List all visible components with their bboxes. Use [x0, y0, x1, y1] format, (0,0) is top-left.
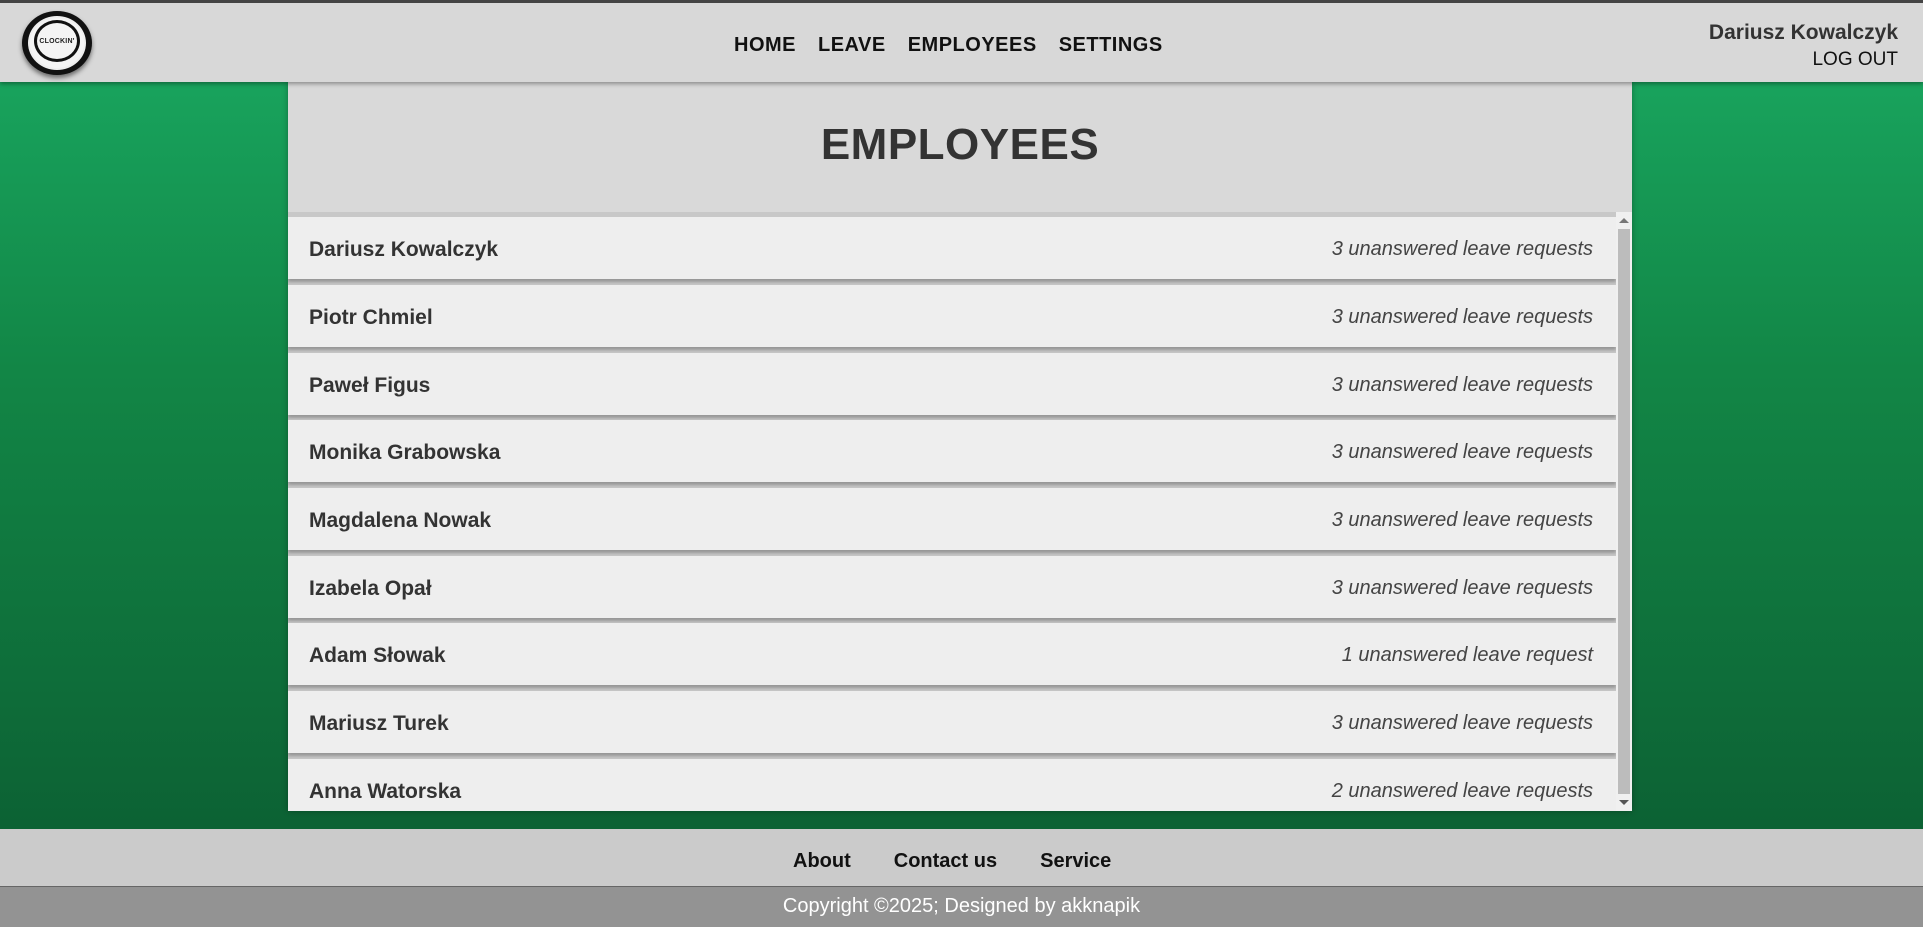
employee-row[interactable]: Izabela Opał 3 unanswered leave requests — [288, 556, 1616, 618]
logout-link[interactable]: LOG OUT — [1709, 49, 1898, 71]
user-panel: Dariusz Kowalczyk LOG OUT — [1709, 21, 1898, 71]
leave-requests-count: 3 unanswered leave requests — [1331, 374, 1593, 396]
employee-name: Magdalena Nowak — [309, 509, 492, 532]
nav-leave[interactable]: LEAVE — [818, 34, 886, 57]
employee-name: Izabela Opał — [309, 577, 432, 600]
clockin-logo[interactable]: CLOCKIN' — [22, 11, 92, 75]
employee-name: Piotr Chmiel — [309, 306, 433, 329]
leave-requests-count: 3 unanswered leave requests — [1331, 577, 1593, 599]
footer-link-about[interactable]: About — [793, 850, 851, 873]
employee-name: Mariusz Turek — [309, 712, 449, 735]
footer-link-service[interactable]: Service — [1040, 850, 1111, 873]
copyright-text: Copyright ©2025; Designed by akknapik — [782, 895, 1141, 917]
employee-row[interactable]: Piotr Chmiel 3 unanswered leave requests — [288, 285, 1616, 347]
scroll-up-arrow-icon[interactable] — [1619, 218, 1629, 223]
footer-links: About Contact us Service — [793, 850, 1111, 873]
list-scrollbar[interactable] — [1616, 212, 1632, 811]
scrollbar-thumb[interactable] — [1618, 229, 1630, 794]
employee-row[interactable]: Paweł Figus 3 unanswered leave requests — [288, 353, 1616, 415]
employee-name: Adam Słowak — [309, 644, 446, 667]
nav-settings[interactable]: SETTINGS — [1059, 34, 1163, 57]
employee-name: Dariusz Kowalczyk — [309, 238, 499, 261]
employee-row[interactable]: Anna Watorska 2 unanswered leave request… — [288, 759, 1616, 811]
scroll-down-arrow-icon[interactable] — [1619, 800, 1629, 805]
footer-link-contact[interactable]: Contact us — [894, 850, 997, 873]
leave-requests-count: 3 unanswered leave requests — [1331, 712, 1593, 734]
nav-home[interactable]: HOME — [734, 34, 796, 57]
employee-list[interactable]: Dariusz Kowalczyk 3 unanswered leave req… — [288, 212, 1616, 811]
user-name: Dariusz Kowalczyk — [1708, 21, 1898, 44]
leave-requests-count: 3 unanswered leave requests — [1331, 441, 1593, 463]
leave-requests-count: 2 unanswered leave requests — [1331, 780, 1593, 802]
top-navigation-bar: CLOCKIN' HOME LEAVE EMPLOYEES SETTINGS D… — [0, 0, 1923, 82]
employee-name: Paweł Figus — [309, 374, 431, 397]
employee-row[interactable]: Monika Grabowska 3 unanswered leave requ… — [288, 420, 1616, 482]
leave-requests-count: 1 unanswered leave request — [1341, 644, 1593, 666]
leave-requests-count: 3 unanswered leave requests — [1331, 509, 1593, 531]
copyright-bar: Copyright ©2025; Designed by akknapik — [0, 887, 1923, 927]
employee-row[interactable]: Magdalena Nowak 3 unanswered leave reque… — [288, 488, 1616, 550]
employee-name: Monika Grabowska — [309, 441, 501, 464]
employee-row[interactable]: Adam Słowak 1 unanswered leave request — [288, 623, 1616, 685]
leave-requests-count: 3 unanswered leave requests — [1331, 238, 1593, 260]
main-nav: HOME LEAVE EMPLOYEES SETTINGS — [734, 34, 1163, 57]
employee-row[interactable]: Dariusz Kowalczyk 3 unanswered leave req… — [288, 217, 1616, 279]
footer: About Contact us Service — [0, 829, 1923, 887]
nav-employees[interactable]: EMPLOYEES — [908, 34, 1037, 57]
employee-name: Anna Watorska — [309, 780, 462, 803]
logo-text: CLOCKIN' — [39, 38, 75, 45]
page-title: EMPLOYEES — [820, 120, 1100, 169]
employee-row[interactable]: Mariusz Turek 3 unanswered leave request… — [288, 691, 1616, 753]
employees-panel: EMPLOYEES Dariusz Kowalczyk 3 unanswered… — [288, 82, 1632, 811]
leave-requests-count: 3 unanswered leave requests — [1331, 306, 1593, 328]
